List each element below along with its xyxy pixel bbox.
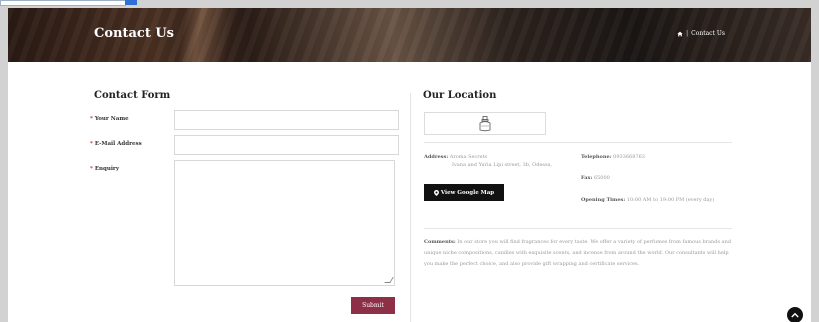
required-mark: * <box>90 116 93 122</box>
your-name-label-text: Your Name <box>94 116 129 122</box>
chevron-up-icon <box>791 312 799 318</box>
address-block: Address: Aroma Secrets Ivana and Yuria L… <box>424 153 572 169</box>
comments-block: Comments: In our store you will find fra… <box>424 237 732 270</box>
fax-value: 65000 <box>593 175 610 181</box>
email-field[interactable] <box>174 135 399 155</box>
map-marker-icon <box>433 189 439 196</box>
home-icon[interactable] <box>677 31 683 37</box>
enquiry-label-text: Enquiry <box>94 166 120 172</box>
our-location-title: Our Location <box>423 90 497 101</box>
enquiry-label: * Enquiry <box>90 166 119 172</box>
store-logo <box>424 112 546 135</box>
address-label: Address: <box>424 154 449 160</box>
your-name-field[interactable] <box>174 110 399 130</box>
scroll-to-top-button[interactable] <box>787 307 803 322</box>
required-mark: * <box>90 141 93 147</box>
view-google-map-label: View Google Map <box>440 189 495 196</box>
resize-handle-icon[interactable] <box>384 277 394 283</box>
telephone-label: Telephone: <box>581 154 612 160</box>
browser-go-button[interactable] <box>125 0 137 5</box>
opening-times-block: Opening Times: 10:00 AM to 19:00 PM (eve… <box>581 193 726 208</box>
breadcrumb: | Contact Us <box>677 30 725 37</box>
breadcrumb-separator: | <box>686 30 689 37</box>
page-title: Contact Us <box>94 26 174 41</box>
address-line-1: Aroma Secrets <box>449 154 488 160</box>
page: Contact Us | Contact Us Contact Form * Y… <box>8 8 811 322</box>
required-mark: * <box>90 166 93 172</box>
email-label: * E-Mail Address <box>90 141 142 147</box>
email-label-text: E-Mail Address <box>94 141 142 147</box>
perfume-bottle-icon <box>479 115 491 131</box>
opening-times-label: Opening Times: <box>581 197 626 203</box>
comments-text: In our store you will find fragrances fo… <box>424 239 732 267</box>
comments-label: Comments: <box>424 239 456 245</box>
telephone-value: 0933668763 <box>613 154 645 160</box>
view-google-map-button[interactable]: View Google Map <box>424 184 504 201</box>
breadcrumb-current[interactable]: Contact Us <box>691 30 725 37</box>
header-banner: Contact Us | Contact Us <box>8 8 811 62</box>
contact-form-title: Contact Form <box>94 90 171 101</box>
fax-label: Fax: <box>581 175 593 181</box>
enquiry-textarea[interactable] <box>174 160 395 286</box>
location-divider-bottom <box>424 228 732 229</box>
telephone-block: Telephone: 0933668763 <box>581 153 645 161</box>
your-name-label: * Your Name <box>90 116 129 122</box>
address-line-2: Ivana and Yuria Lipi street, 3b, Odessa, <box>452 162 553 168</box>
submit-button[interactable]: Submit <box>351 297 395 314</box>
opening-times-value: 10:00 AM to 19:00 PM (every day) <box>626 197 715 203</box>
location-divider-top <box>424 142 732 143</box>
fax-block: Fax: 65000 <box>581 174 610 182</box>
browser-address-input[interactable] <box>0 0 126 6</box>
column-divider <box>410 93 411 322</box>
